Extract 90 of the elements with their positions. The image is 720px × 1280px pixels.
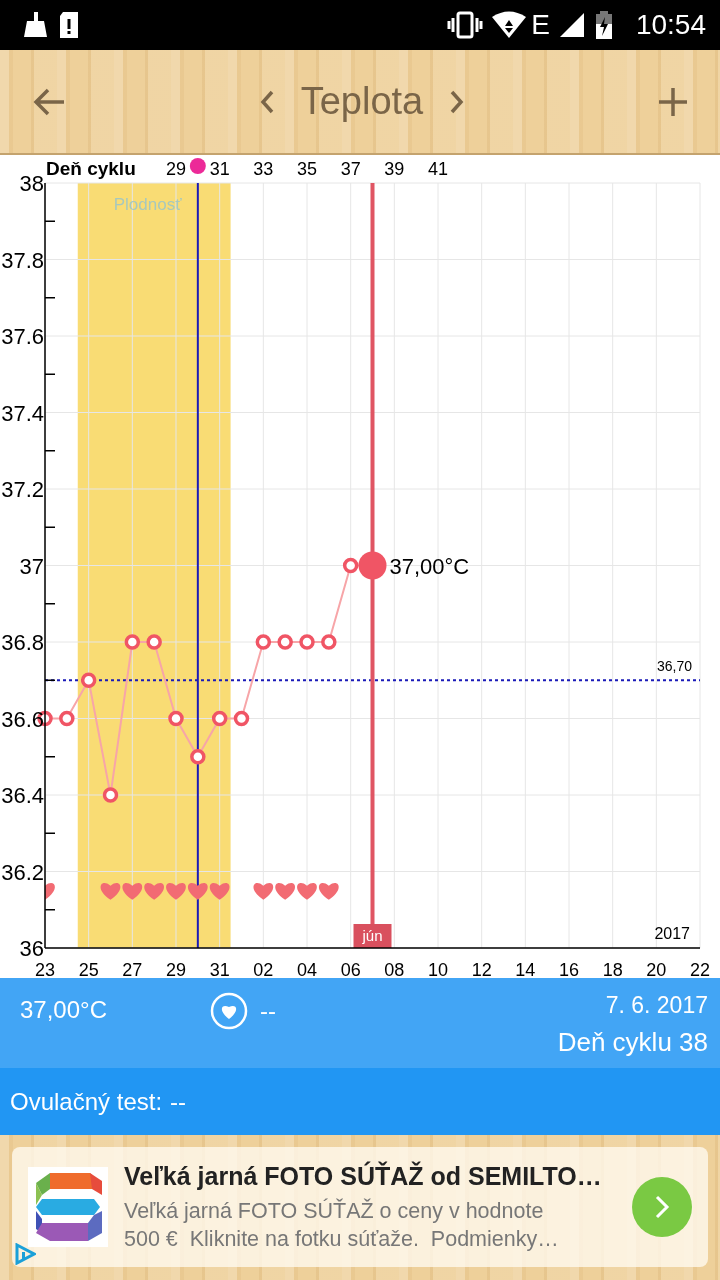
date-axis-label: 20	[646, 960, 667, 978]
x-axis-title: Deň cyklu	[46, 158, 136, 179]
heart-icon	[297, 883, 317, 900]
heart-icon	[319, 883, 339, 900]
date-axis-label: 08	[384, 960, 405, 978]
vibrate-icon	[447, 10, 484, 40]
x-axis-label: 37	[340, 159, 361, 179]
ad-card[interactable]: Veľká jarná FOTO SÚŤAŽ od SEMILTO… Veľká jarná FOTO SÚŤAŽ o ceny v hodnote 500 € Kliknite na fotku súťaže. Podmienky…	[12, 1147, 708, 1267]
ad-description: Veľká jarná FOTO SÚŤAŽ o ceny v hodnote	[124, 1197, 545, 1225]
date-axis-label: 06	[340, 960, 361, 978]
x-axis-label: 35	[297, 159, 317, 179]
x-axis-label: 39	[384, 159, 405, 179]
heart-icon	[45, 883, 55, 900]
data-point	[211, 710, 228, 727]
date-label: 7. 6. 2017	[605, 992, 708, 1019]
date-axis-label: 02	[253, 960, 274, 978]
date-axis-label: 27	[122, 960, 143, 978]
x-axis-label: 33	[253, 159, 274, 179]
x-axis-label: 31	[209, 159, 230, 179]
data-point	[342, 557, 359, 574]
data-point	[80, 672, 97, 688]
x-axis-label: 29	[166, 159, 186, 179]
add-button[interactable]	[658, 86, 688, 117]
ovulation-test-value: --	[170, 1087, 187, 1116]
heart-icon	[188, 883, 208, 900]
wifi-icon	[491, 10, 528, 40]
data-point	[299, 634, 315, 650]
date-axis-label: 29	[166, 960, 186, 978]
heart-icon	[166, 883, 186, 900]
year-label: 2017	[654, 925, 690, 942]
logo-icon	[28, 1167, 108, 1247]
heart-icon	[209, 883, 230, 900]
back-arrow-icon	[32, 86, 66, 117]
heart-icon	[275, 883, 295, 900]
heart-icon	[253, 883, 274, 900]
y-axis-label: 37.6	[1, 324, 44, 349]
y-axis-label: 36	[19, 936, 44, 961]
plus-icon	[658, 86, 688, 117]
date-axis-label: 10	[428, 960, 448, 978]
date-axis-label: 23	[35, 960, 55, 978]
clock: 10:54	[635, 9, 706, 41]
intercourse-value: --	[260, 997, 276, 1025]
toolbar-title: Teplota	[300, 80, 424, 123]
y-axis-label: 36.8	[1, 630, 44, 655]
heart-icon	[100, 883, 121, 900]
chevron-right-icon	[654, 1194, 670, 1220]
data-point	[102, 787, 119, 803]
data-point	[321, 634, 337, 650]
data-point	[168, 710, 184, 727]
date-axis-label: 16	[559, 960, 579, 978]
month-label: jún	[362, 927, 383, 944]
network-type: E	[531, 9, 550, 41]
data-point	[190, 749, 206, 765]
selected-point[interactable]	[358, 551, 387, 580]
date-axis-label: 22	[690, 960, 710, 978]
data-point	[59, 710, 75, 727]
ad-title: Veľká jarná FOTO SÚŤAŽ od SEMILTO…	[124, 1161, 603, 1191]
ovulation-test-label: Ovulačný test:	[10, 1087, 163, 1116]
battery-charging-icon	[593, 10, 614, 40]
y-axis-label: 36.2	[1, 859, 44, 885]
cycle-day-label: Deň cyklu 38	[557, 1027, 708, 1058]
data-point	[146, 634, 162, 650]
data-point	[255, 634, 272, 650]
date-axis-label: 31	[209, 960, 230, 978]
ovulation-marker	[189, 158, 206, 174]
coverline-value: 36,70	[656, 658, 692, 675]
y-axis-label: 37.2	[1, 477, 44, 502]
back-button[interactable]	[32, 86, 66, 117]
date-axis-label: 04	[297, 960, 317, 978]
date-axis-label: 25	[78, 960, 99, 978]
sd-card-icon	[58, 10, 80, 40]
temperature-value: 37,00°C	[20, 995, 108, 1024]
y-axis-label: 38	[19, 171, 44, 196]
heart-icon	[122, 883, 143, 900]
y-axis-label: 36.4	[1, 783, 44, 808]
y-axis-label: 37	[19, 553, 44, 579]
date-axis-label: 14	[515, 960, 536, 978]
data-point	[233, 710, 250, 727]
data-point	[124, 634, 141, 650]
heart-icon	[144, 883, 164, 900]
ad-choices-icon[interactable]	[14, 1243, 36, 1265]
ad-description: 500 € Kliknite na fotku súťaže. Podmienky…	[124, 1225, 560, 1253]
selected-value-label: 37,00°C	[389, 553, 470, 579]
y-axis-label: 37.4	[1, 400, 44, 426]
month-tag	[353, 924, 392, 948]
y-axis-label: 37.8	[1, 247, 44, 273]
date-axis-label: 18	[602, 960, 623, 978]
data-point	[277, 634, 293, 650]
date-axis-label: 12	[471, 960, 492, 978]
x-axis-label: 41	[428, 159, 448, 179]
